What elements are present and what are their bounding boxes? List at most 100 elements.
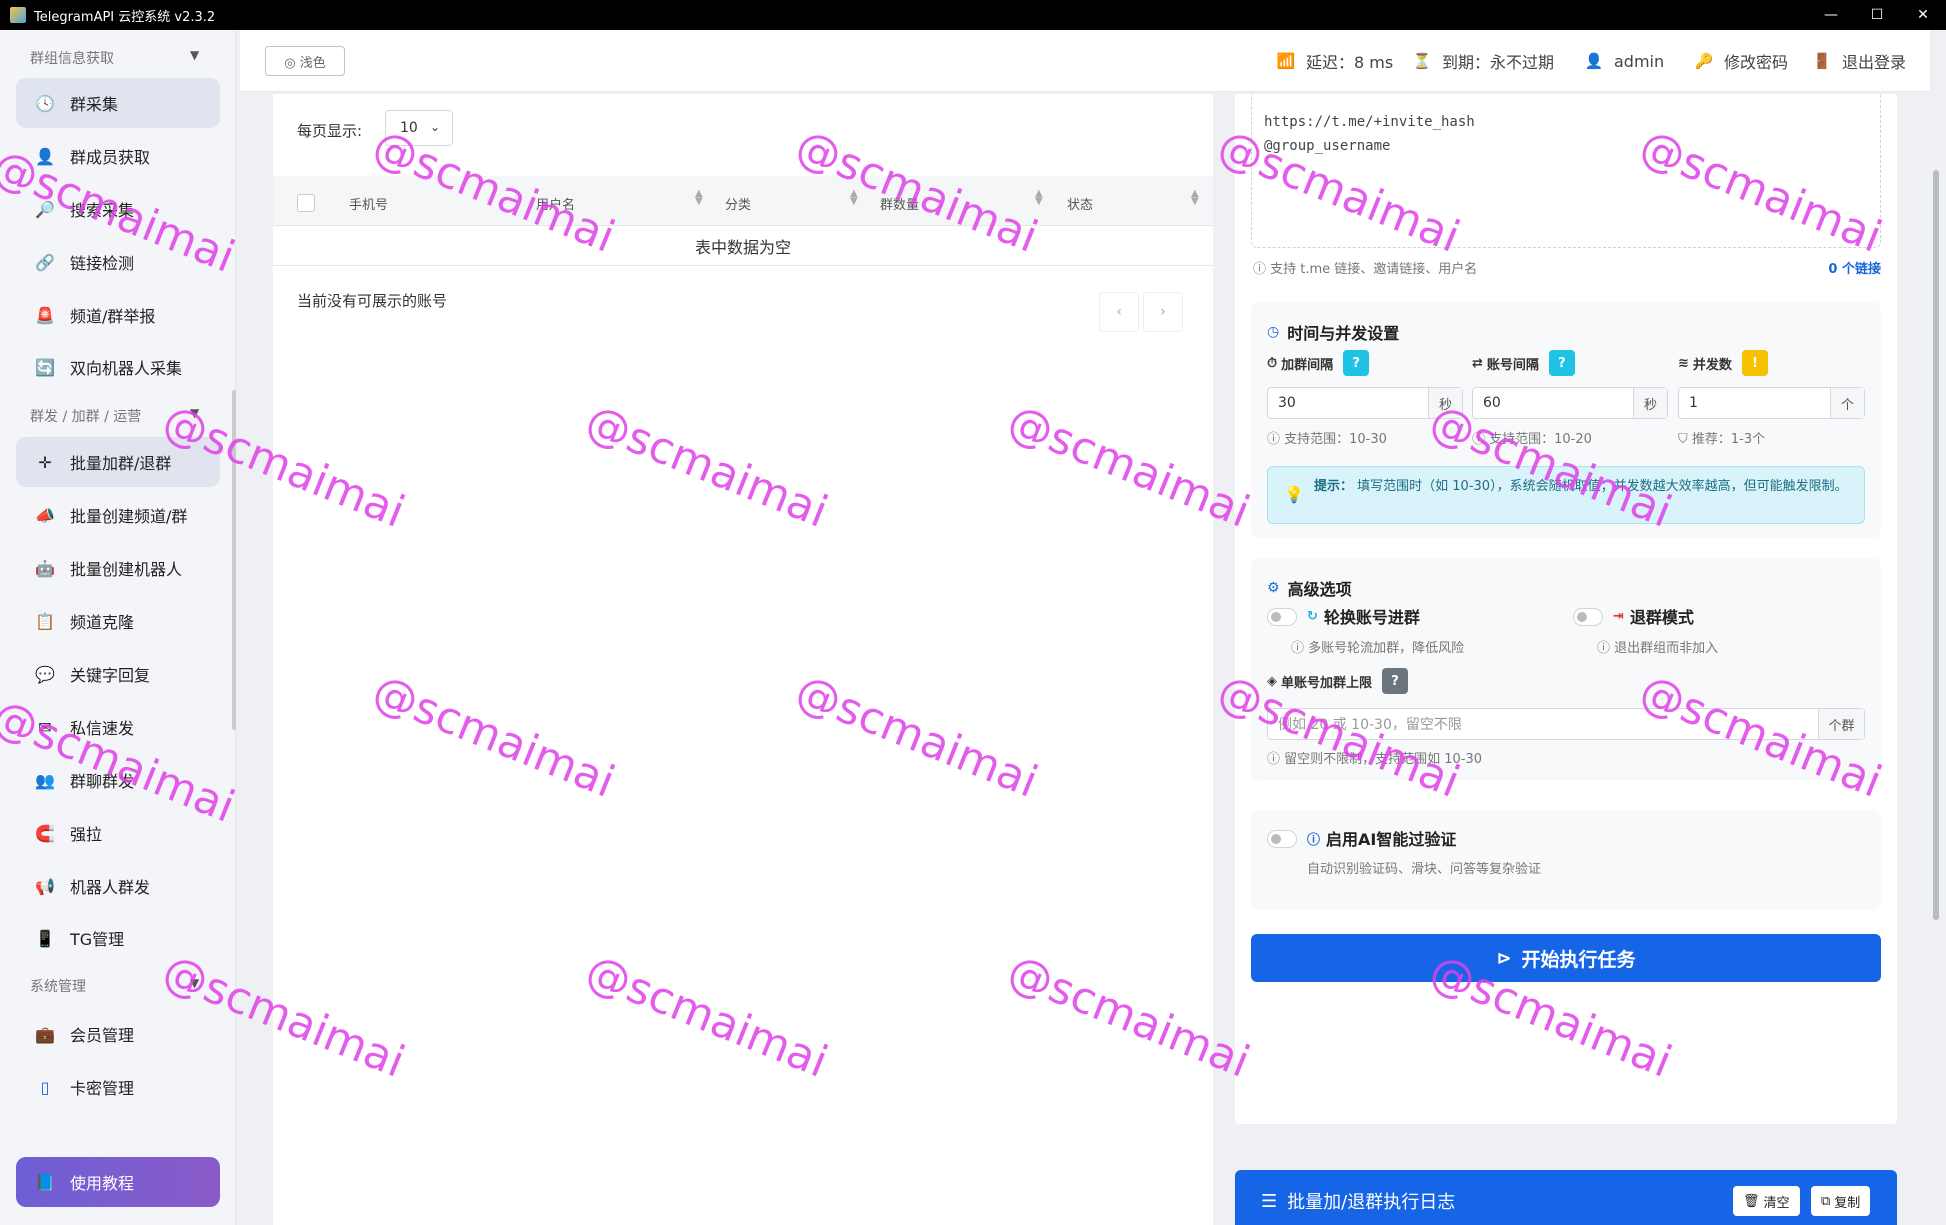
join-limit-hint: ⓘ 留空则不限制，支持范围如 10-30 [1267,752,1483,767]
right-panel-scrollbar[interactable] [1933,170,1939,920]
leave-mode-toggle[interactable] [1573,608,1603,626]
sidebar-item-bot-collect[interactable]: 🔄 双向机器人采集 [16,342,220,392]
sort-icon[interactable]: ▲ ▼ [850,189,858,207]
concurrency-warning-badge[interactable]: ! [1741,350,1768,376]
timing-tip-box: 💡 提示： 填写范围时（如 10-30），系统会随机取值；并发数越大效率越高，但… [1267,466,1865,524]
ai-verify-label: ⓘ 启用AI智能过验证 [1307,830,1457,849]
siren-icon: 🚨 [35,305,55,325]
chat-icon: 💬 [35,664,55,684]
start-task-button[interactable]: ⊳ 开始执行任务 [1251,934,1881,982]
join-limit-help-badge[interactable]: ? [1382,668,1409,694]
window-titlebar: TelegramAPI 云控系统 v2.3.2 — ☐ ✕ [0,0,1946,30]
timing-title: ◷ 时间与并发设置 [1267,324,1400,343]
plus-icon: ✛ [38,452,52,472]
sidebar-item-batch-create-bot[interactable]: 🤖 批量创建机器人 [16,543,220,593]
chevron-down-icon: ⌄ [429,120,440,134]
sidebar-item-report[interactable]: 🚨 频道/群举报 [16,290,220,340]
sidebar-item-tutorial[interactable]: 📘 使用教程 [16,1157,220,1207]
leave-mode-label: ⇥ 退群模式 [1613,608,1694,627]
sidebar-item-bot-broadcast[interactable]: 📢 机器人群发 [16,861,220,911]
sidebar-section-group-info[interactable]: 群组信息获取 ▼ [30,48,199,68]
briefcase-icon: 💼 [35,1024,55,1044]
ai-verify-toggle[interactable] [1267,830,1297,848]
logout-button[interactable]: 🚪 退出登录 [1812,48,1906,74]
exit-icon: ⇥ [1613,608,1624,624]
lightbulb-icon: 💡 [1284,485,1304,504]
user-menu[interactable]: 👤 admin [1584,48,1664,74]
sidebar-item-card-manage[interactable]: ▯ 卡密管理 [16,1062,220,1112]
column-status[interactable]: 状态 [1067,194,1093,213]
sidebar-item-group-collect[interactable]: 🕓 群采集 [16,78,220,128]
advanced-title: ⚙ 高级选项 [1267,580,1352,599]
clipboard-icon: 📋 [35,611,55,631]
column-username[interactable]: 用户名 [536,194,575,213]
copy-log-button[interactable]: ⧉ 复制 [1811,1186,1871,1216]
prev-page-button[interactable]: ‹ [1099,292,1139,332]
sidebar-item-tg-manage[interactable]: 📱 TG管理 [16,913,220,963]
minimize-icon[interactable]: — [1808,0,1854,30]
clear-log-button[interactable]: 🗑 清空 [1733,1186,1800,1216]
select-all-checkbox[interactable] [297,194,315,212]
close-icon[interactable]: ✕ [1900,0,1946,30]
concurrency-label: ≋ 并发数 ! [1678,350,1768,376]
expire-indicator: ⏳ 到期：永不过期 [1412,52,1555,72]
concurrency-hint: ⛉ 推荐：1-3个 [1678,432,1766,447]
table-empty-row: 表中数据为空 [273,226,1213,266]
next-page-button[interactable]: › [1143,292,1183,332]
sidebar-item-batch-join[interactable]: ✛ 批量加群/退群 [16,437,220,487]
window-title: TelegramAPI 云控系统 v2.3.2 [34,9,216,25]
layers-icon: ≋ [1678,355,1689,371]
page-size-select[interactable]: 10 ⌄ [385,110,453,146]
link-icon: 🔗 [35,252,55,272]
maximize-icon[interactable]: ☐ [1854,0,1900,30]
sidebar-item-channel-clone[interactable]: 📋 频道克隆 [16,596,220,646]
user-icon: 👤 [1584,52,1604,70]
column-group-count[interactable]: 群数量 [880,194,919,213]
sidebar-scrollbar[interactable] [232,390,236,730]
diamond-icon: ◈ [1267,673,1277,689]
account-interval-help-badge[interactable]: ? [1548,350,1575,376]
join-limit-input[interactable]: 例如 20 或 10-30，留空不限 个群 [1267,708,1865,740]
sidebar-item-link-check[interactable]: 🔗 链接检测 [16,237,220,287]
column-category[interactable]: 分类 [725,194,751,213]
sidebar-item-keyword-reply[interactable]: 💬 关键字回复 [16,649,220,699]
change-password-button[interactable]: 🔑 修改密码 [1694,48,1788,74]
sidebar-item-member-manage[interactable]: 💼 会员管理 [16,1009,220,1059]
signal-icon: 📶 [1276,52,1296,70]
timing-card: ◷ 时间与并发设置 ⏱ 加群间隔 ? 30 秒 ⓘ 支持范围：10-30 ⇄ 账… [1251,302,1881,538]
column-phone[interactable]: 手机号 [349,194,388,213]
ai-verify-hint: 自动识别验证码、滑块、问答等复杂验证 [1307,862,1542,877]
sidebar-item-group-broadcast[interactable]: 👥 群聊群发 [16,755,220,805]
phone-icon: 📱 [35,928,55,948]
list-icon: ☰ [1261,1190,1278,1212]
sort-icon[interactable]: ▲ ▼ [1191,189,1199,207]
sidebar-item-private-message[interactable]: ✉ 私信速发 [16,702,220,752]
chevron-down-icon: ▼ [190,976,200,990]
join-interval-input[interactable]: 30 秒 [1267,387,1463,419]
account-interval-label: ⇄ 账号间隔 ? [1472,350,1575,376]
book-icon: 📘 [35,1172,55,1192]
group-links-textarea[interactable]: https://t.me/+invite_hash @group_usernam… [1251,94,1881,248]
account-interval-input[interactable]: 60 秒 [1472,387,1668,419]
sidebar-item-batch-create-channel[interactable]: 📣 批量创建频道/群 [16,490,220,540]
sidebar-item-member-fetch[interactable]: 👤 群成员获取 [16,131,220,181]
sort-icon[interactable]: ▲ ▼ [695,189,703,207]
concurrency-input[interactable]: 1 个 [1678,387,1865,419]
rotate-accounts-toggle[interactable] [1267,608,1297,626]
no-account-text: 当前没有可展示的账号 [297,292,448,310]
user-icon: 👤 [35,146,55,166]
hourglass-icon: ⏳ [1412,52,1432,70]
advanced-card: ⚙ 高级选项 ↻ 轮换账号进群 ⓘ 多账号轮流加群，降低风险 ⇥ 退群模式 ⓘ … [1251,558,1881,780]
theme-toggle-button[interactable]: ◎ 浅色 [265,46,345,76]
sidebar-section-system[interactable]: 系统管理 ▼ [30,976,199,996]
magnet-icon: 🧲 [35,823,55,843]
hourglass-icon: ⏱ [1267,355,1278,371]
sidebar-item-force-pull[interactable]: 🧲 强拉 [16,808,220,858]
sidebar-item-search-collect[interactable]: 🔎 搜索采集 [16,184,220,234]
sort-icon[interactable]: ▲ ▼ [1035,189,1043,207]
join-interval-help-badge[interactable]: ? [1343,350,1370,376]
sidebar: 群组信息获取 ▼ 🕓 群采集 👤 群成员获取 🔎 搜索采集 🔗 链接检测 🚨 频… [0,30,236,1225]
search-icon: 🔎 [35,199,55,219]
latency-indicator: 📶 延迟：8 ms [1276,52,1394,72]
sidebar-section-operations[interactable]: 群发 / 加群 / 运营 ▼ [30,406,199,426]
